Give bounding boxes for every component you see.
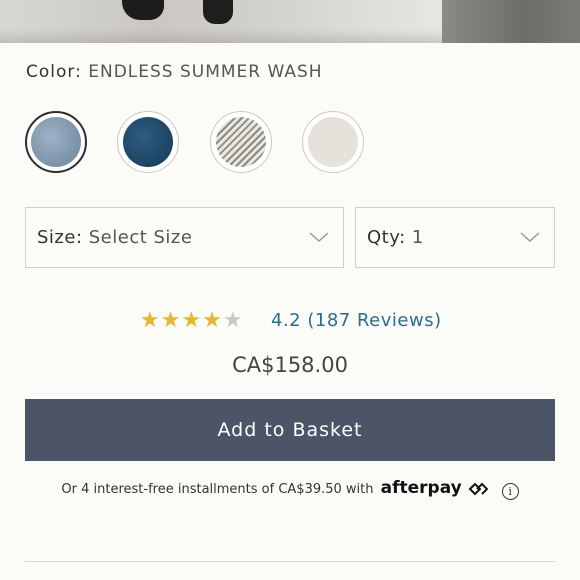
qty-select-text: Qty: 1	[367, 227, 424, 248]
star-rating: ★★★★★	[140, 309, 244, 333]
color-value: ENDLESS SUMMER WASH	[88, 62, 323, 82]
section-divider	[25, 561, 555, 562]
afterpay-installments: Or 4 interest-free installments of CA$39…	[0, 478, 580, 500]
add-to-basket-button[interactable]: Add to Basket	[25, 399, 555, 461]
reviews-link[interactable]: 4.2 (187 Reviews)	[271, 310, 442, 331]
installments-text: Or 4 interest-free installments of CA$39…	[61, 482, 374, 497]
photo-floor	[0, 29, 442, 43]
qty-label: Qty:	[367, 227, 406, 248]
boot-left	[122, 0, 164, 20]
size-select-text: Size: Select Size	[37, 227, 192, 248]
qty-value: 1	[411, 227, 424, 248]
qty-select[interactable]: Qty: 1	[355, 207, 555, 268]
size-select[interactable]: Size: Select Size	[25, 207, 344, 268]
star-icons-filled: ★★★★	[140, 308, 223, 333]
color-label: Color: ENDLESS SUMMER WASH	[26, 62, 323, 82]
size-label: Size:	[37, 227, 83, 248]
swatch-fill	[31, 117, 81, 167]
reviews-count: (187 Reviews)	[307, 310, 442, 331]
swatch-fill	[216, 117, 266, 167]
rating-value: 4.2	[271, 310, 302, 331]
color-swatch-dark-wash[interactable]	[117, 111, 179, 173]
afterpay-brand: afterpay	[380, 478, 462, 498]
color-swatch-stripe[interactable]	[210, 111, 272, 173]
color-swatch-endless-summer-wash[interactable]	[25, 111, 87, 173]
chevron-down-icon	[520, 232, 540, 243]
product-photo-thumbnail[interactable]	[442, 0, 580, 43]
afterpay-arrows-icon	[468, 482, 489, 496]
size-value: Select Size	[88, 227, 193, 248]
star-icon-empty: ★	[222, 308, 244, 333]
chevron-down-icon	[309, 232, 329, 243]
afterpay-logo: afterpay	[381, 478, 494, 498]
color-label-text: Color:	[26, 62, 82, 82]
boot-right	[203, 0, 233, 24]
swatch-fill	[123, 117, 173, 167]
color-swatch-ecru[interactable]	[302, 111, 364, 173]
swatch-fill	[308, 117, 358, 167]
product-price: CA$158.00	[232, 353, 348, 377]
info-icon[interactable]: i	[501, 483, 519, 500]
product-photo[interactable]	[0, 0, 442, 43]
